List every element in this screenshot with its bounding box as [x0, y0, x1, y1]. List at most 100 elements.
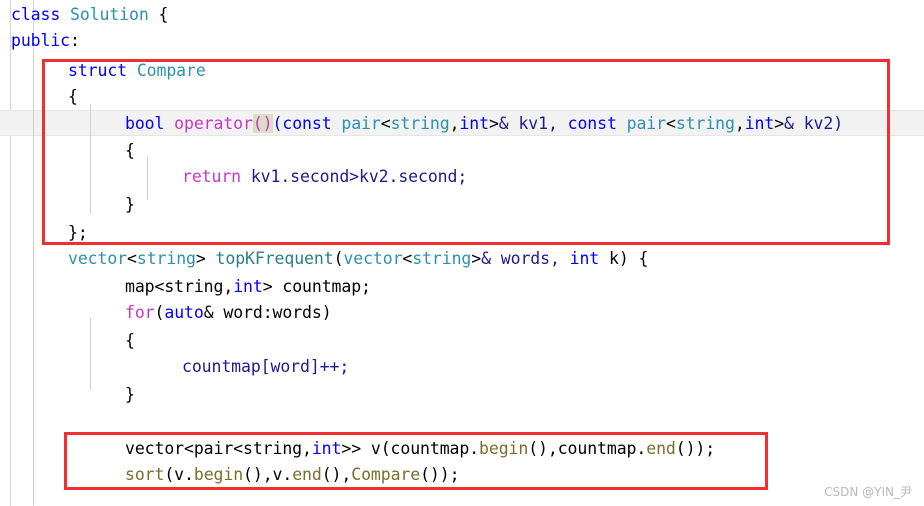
- code-token: map<string,: [125, 277, 234, 296]
- code-token: <: [402, 249, 413, 268]
- code-token: (: [272, 114, 283, 133]
- code-token: {: [125, 141, 135, 160]
- code-line-text: struct Compare: [0, 58, 206, 84]
- code-line[interactable]: vector<string> topKFrequent(vector<strin…: [0, 246, 924, 272]
- code-token: auto: [164, 303, 204, 322]
- code-token: {: [148, 5, 169, 24]
- code-line[interactable]: class Solution {: [0, 2, 924, 28]
- code-token: & kv2): [784, 114, 844, 133]
- code-token: (): [252, 114, 273, 133]
- code-token: :: [70, 31, 80, 50]
- code-token: & kv1,: [498, 114, 568, 133]
- code-token: begin: [193, 465, 244, 484]
- code-token: ,: [734, 114, 745, 133]
- code-line-text: return kv1.second>kv2.second;: [0, 164, 467, 190]
- code-line[interactable]: {: [0, 328, 924, 354]
- code-line-text: public:: [0, 28, 80, 54]
- code-line[interactable]: [0, 408, 924, 434]
- code-token: >: [488, 114, 499, 133]
- code-lines-container[interactable]: class Solution {public: struct Compare{bo…: [0, 0, 924, 506]
- code-line[interactable]: }: [0, 192, 924, 218]
- code-token: int: [569, 249, 600, 268]
- code-token: Solution: [70, 5, 149, 24]
- code-token: vector<pair<string,: [125, 439, 312, 458]
- code-line[interactable]: };: [0, 220, 924, 246]
- code-token: (),countmap.: [528, 439, 647, 458]
- indent-guide: [90, 318, 91, 390]
- code-line[interactable]: return kv1.second>kv2.second;: [0, 164, 924, 190]
- code-token: operator: [174, 114, 253, 133]
- code-token: const: [282, 114, 342, 133]
- code-line-text: class Solution {: [0, 2, 168, 28]
- code-token: const: [567, 114, 627, 133]
- indent-guide: [33, 252, 34, 504]
- code-line-text: vector<string> topKFrequent(vector<strin…: [0, 246, 648, 272]
- code-token: Compare: [351, 465, 421, 484]
- code-line-text: for(auto& word:words): [0, 300, 332, 326]
- code-line[interactable]: public:: [0, 28, 924, 54]
- code-token: ,: [449, 114, 460, 133]
- code-token: kv1.second>kv2.second;: [250, 167, 468, 186]
- code-token: }: [125, 195, 135, 214]
- indent-guide: [33, 52, 34, 252]
- code-token: k) {: [599, 249, 649, 268]
- code-line-text: };: [0, 220, 88, 246]
- code-line[interactable]: for(auto& word:words): [0, 300, 924, 326]
- code-token: for: [125, 303, 155, 322]
- code-line-text: countmap[word]++;: [0, 354, 349, 380]
- code-line[interactable]: {: [0, 84, 924, 110]
- code-token: >> v(countmap.: [341, 439, 480, 458]
- code-line-text: {: [0, 138, 135, 164]
- code-token: class: [11, 5, 71, 24]
- code-line[interactable]: countmap[word]++;: [0, 354, 924, 380]
- code-line[interactable]: vector<pair<string,int>> v(countmap.begi…: [0, 436, 924, 462]
- code-line-text: {: [0, 328, 135, 354]
- code-line-text: sort(v.begin(),v.end(),Compare());: [0, 462, 460, 488]
- code-token: (),: [321, 465, 352, 484]
- code-token: int: [233, 277, 263, 296]
- code-token: int: [311, 439, 342, 458]
- code-editor[interactable]: class Solution {public: struct Compare{bo…: [0, 0, 924, 506]
- code-line[interactable]: map<string,int> countmap;: [0, 274, 924, 300]
- indent-guide: [147, 156, 148, 200]
- code-token: <: [127, 249, 137, 268]
- code-token: end: [646, 439, 676, 458]
- code-token: (v.: [164, 465, 194, 484]
- code-token: string: [136, 249, 196, 268]
- indent-guide: [90, 104, 91, 214]
- code-line-text: }: [0, 192, 135, 218]
- code-token: sort: [125, 465, 165, 484]
- code-token: {: [68, 87, 78, 106]
- code-token: Compare: [136, 61, 206, 80]
- code-token: >: [195, 249, 216, 268]
- code-line[interactable]: bool operator()(const pair<string,int>& …: [0, 110, 924, 136]
- code-token: public: [11, 31, 71, 50]
- code-token: pair: [341, 114, 381, 133]
- code-token: vector: [68, 249, 128, 268]
- code-token: bool: [125, 114, 175, 133]
- csdn-watermark: CSDN @YIN_尹: [824, 485, 912, 499]
- code-line-text: vector<pair<string,int>> v(countmap.begi…: [0, 436, 715, 462]
- code-token: >: [774, 114, 785, 133]
- code-token: int: [744, 114, 775, 133]
- code-token: {: [125, 331, 135, 350]
- code-token: & word:words): [203, 303, 332, 322]
- code-line[interactable]: {: [0, 138, 924, 164]
- code-token: end: [292, 465, 322, 484]
- code-line-text: }: [0, 382, 135, 408]
- code-line[interactable]: }: [0, 382, 924, 408]
- code-token: pair: [626, 114, 666, 133]
- code-token: <: [380, 114, 391, 133]
- code-token: string: [412, 249, 472, 268]
- code-token: ());: [675, 439, 716, 458]
- code-token: (: [333, 249, 344, 268]
- code-line[interactable]: struct Compare: [0, 58, 924, 84]
- code-token: ());: [420, 465, 460, 484]
- code-token: string: [675, 114, 735, 133]
- code-token: string: [390, 114, 450, 133]
- code-line-text: {: [0, 84, 78, 110]
- code-line[interactable]: sort(v.begin(),v.end(),Compare());: [0, 462, 924, 488]
- code-token: return: [182, 167, 251, 186]
- code-token: & words,: [481, 249, 570, 268]
- code-token: (: [154, 303, 165, 322]
